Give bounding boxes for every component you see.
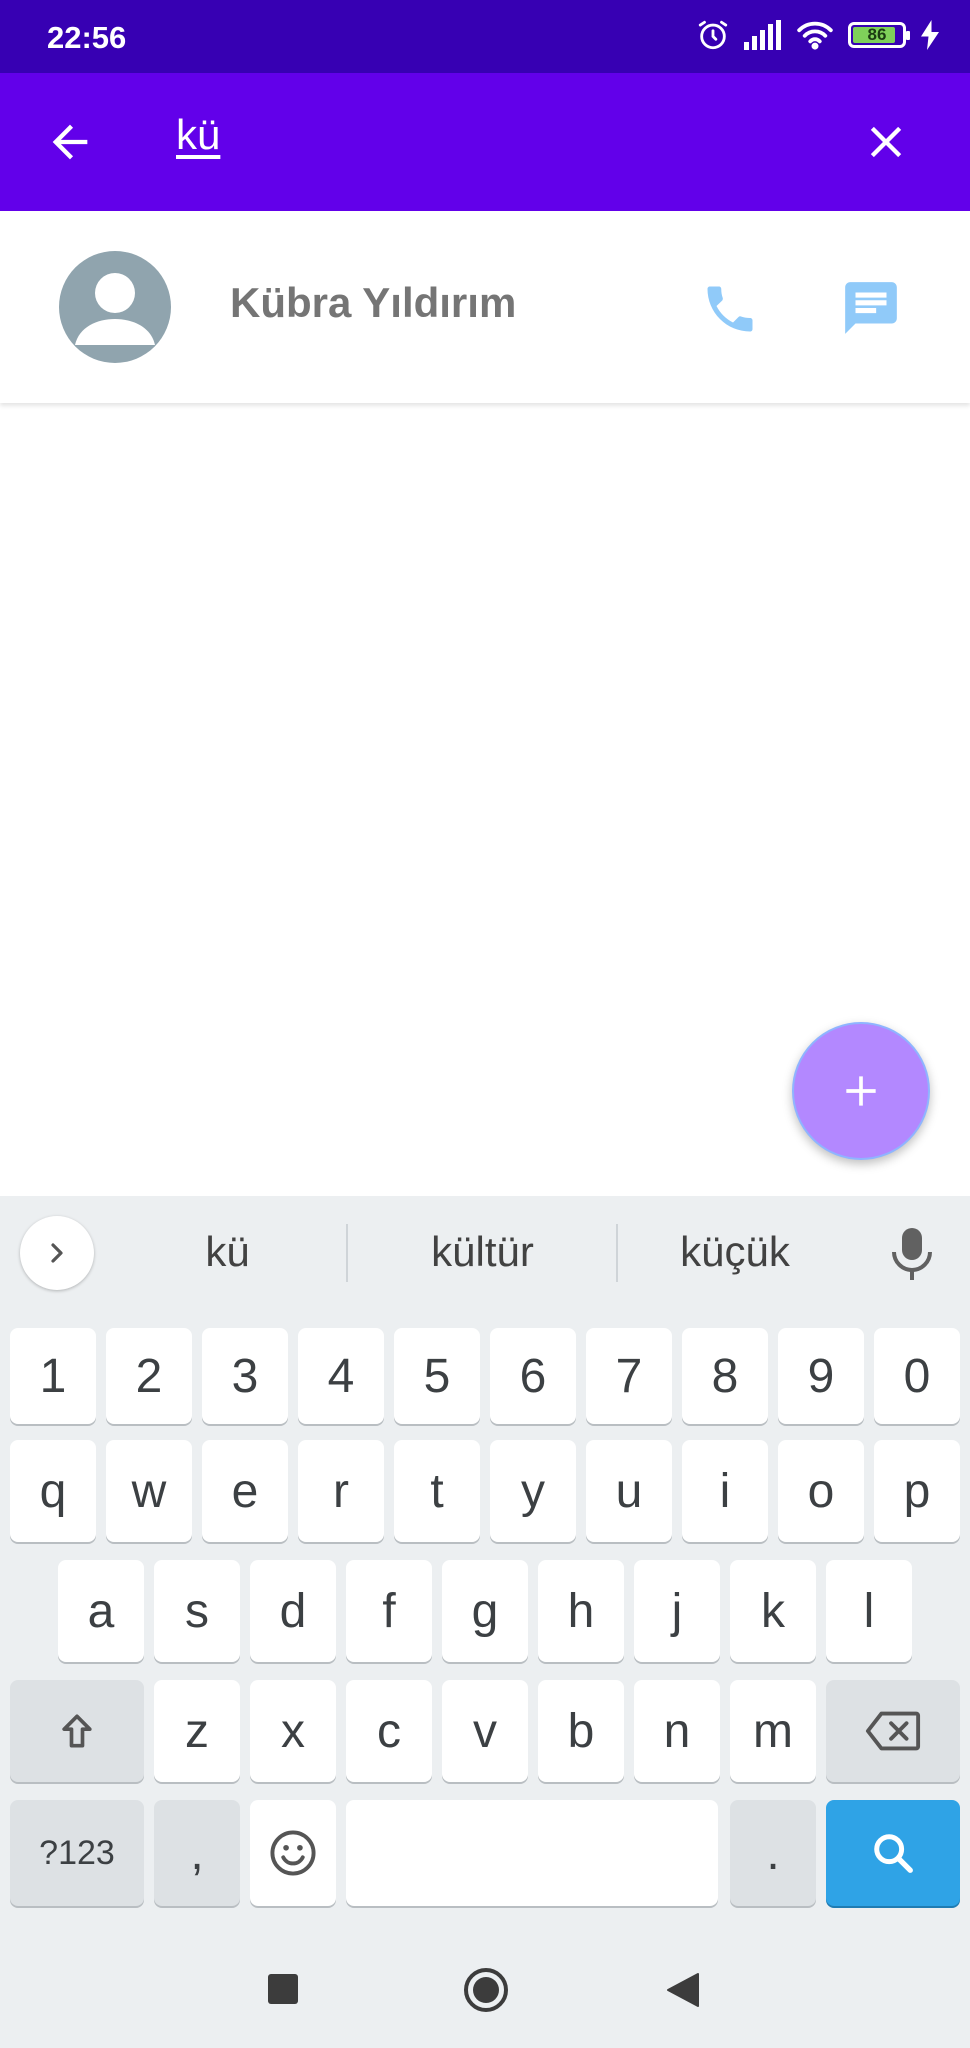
key-s[interactable]: s: [154, 1560, 240, 1662]
contact-name: Kübra Yıldırım: [230, 279, 517, 326]
message-icon[interactable]: [840, 277, 902, 339]
period-key[interactable]: .: [730, 1800, 816, 1906]
key-l[interactable]: l: [826, 1560, 912, 1662]
key-g[interactable]: g: [442, 1560, 528, 1662]
key-3[interactable]: 3: [202, 1328, 288, 1424]
key-w[interactable]: w: [106, 1440, 192, 1542]
search-key[interactable]: [826, 1800, 960, 1906]
key-y[interactable]: y: [490, 1440, 576, 1542]
key-f[interactable]: f: [346, 1560, 432, 1662]
soft-keyboard: kü kültür küçük 1 2 3 4 5 6 7 8 9 0 q w …: [0, 1196, 970, 1930]
shift-icon: [62, 1714, 92, 1748]
key-z[interactable]: z: [154, 1680, 240, 1782]
status-time: 22:56: [47, 20, 127, 55]
key-r[interactable]: r: [298, 1440, 384, 1542]
key-q[interactable]: q: [10, 1440, 96, 1542]
alarm-icon: [698, 20, 728, 50]
key-j[interactable]: j: [634, 1560, 720, 1662]
emoji-icon: [270, 1830, 316, 1876]
plus-icon: [846, 1076, 876, 1106]
key-e[interactable]: e: [202, 1440, 288, 1542]
key-6[interactable]: 6: [490, 1328, 576, 1424]
suggestion-divider: [346, 1224, 348, 1282]
suggestion-bar: kü kültür küçük: [0, 1196, 970, 1308]
backspace-key[interactable]: [826, 1680, 960, 1782]
search-app-bar: kü: [0, 73, 970, 211]
recent-apps-button[interactable]: [268, 1974, 298, 2004]
suggestion-2[interactable]: kültür: [370, 1228, 595, 1276]
comma-key[interactable]: ,: [154, 1800, 240, 1906]
emoji-key[interactable]: [250, 1800, 336, 1906]
shift-key[interactable]: [10, 1680, 144, 1782]
person-icon: [75, 273, 155, 345]
suggestion-3[interactable]: küçük: [630, 1228, 840, 1276]
key-t[interactable]: t: [394, 1440, 480, 1542]
key-8[interactable]: 8: [682, 1328, 768, 1424]
status-bar: 22:56 86: [0, 0, 970, 73]
suggestion-1[interactable]: kü: [120, 1228, 335, 1276]
charging-icon: [921, 20, 939, 50]
status-icons: 86: [696, 18, 940, 52]
add-contact-button[interactable]: [792, 1022, 930, 1160]
space-key[interactable]: [346, 1800, 718, 1906]
key-0[interactable]: 0: [874, 1328, 960, 1424]
key-7[interactable]: 7: [586, 1328, 672, 1424]
search-icon: [874, 1834, 913, 1873]
key-m[interactable]: m: [730, 1680, 816, 1782]
signal-icon: [744, 20, 781, 50]
navigation-bar: [0, 1930, 970, 2048]
key-u[interactable]: u: [586, 1440, 672, 1542]
symbols-key[interactable]: ?123: [10, 1800, 144, 1906]
home-button[interactable]: [464, 1968, 508, 2012]
back-button[interactable]: [666, 1972, 700, 2008]
key-x[interactable]: x: [250, 1680, 336, 1782]
key-c[interactable]: c: [346, 1680, 432, 1782]
key-v[interactable]: v: [442, 1680, 528, 1782]
chevron-right-icon: [51, 1243, 63, 1263]
key-4[interactable]: 4: [298, 1328, 384, 1424]
search-input[interactable]: kü: [176, 111, 220, 159]
key-2[interactable]: 2: [106, 1328, 192, 1424]
key-h[interactable]: h: [538, 1560, 624, 1662]
expand-toolbar-button[interactable]: [20, 1216, 94, 1290]
phone-icon[interactable]: [700, 279, 760, 339]
key-k[interactable]: k: [730, 1560, 816, 1662]
battery-level: 86: [867, 25, 887, 44]
mic-icon[interactable]: [888, 1226, 936, 1282]
back-arrow-icon[interactable]: [44, 116, 96, 168]
key-d[interactable]: d: [250, 1560, 336, 1662]
battery-icon: 86: [848, 22, 910, 48]
key-o[interactable]: o: [778, 1440, 864, 1542]
key-n[interactable]: n: [634, 1680, 720, 1782]
contact-list-item[interactable]: Kübra Yıldırım: [0, 211, 970, 403]
suggestion-divider: [616, 1224, 618, 1282]
key-b[interactable]: b: [538, 1680, 624, 1782]
close-icon[interactable]: [860, 116, 912, 168]
key-a[interactable]: a: [58, 1560, 144, 1662]
key-9[interactable]: 9: [778, 1328, 864, 1424]
key-i[interactable]: i: [682, 1440, 768, 1542]
avatar: [59, 251, 171, 363]
key-5[interactable]: 5: [394, 1328, 480, 1424]
wifi-icon: [797, 21, 833, 50]
key-p[interactable]: p: [874, 1440, 960, 1542]
key-1[interactable]: 1: [10, 1328, 96, 1424]
backspace-icon: [865, 1711, 921, 1751]
